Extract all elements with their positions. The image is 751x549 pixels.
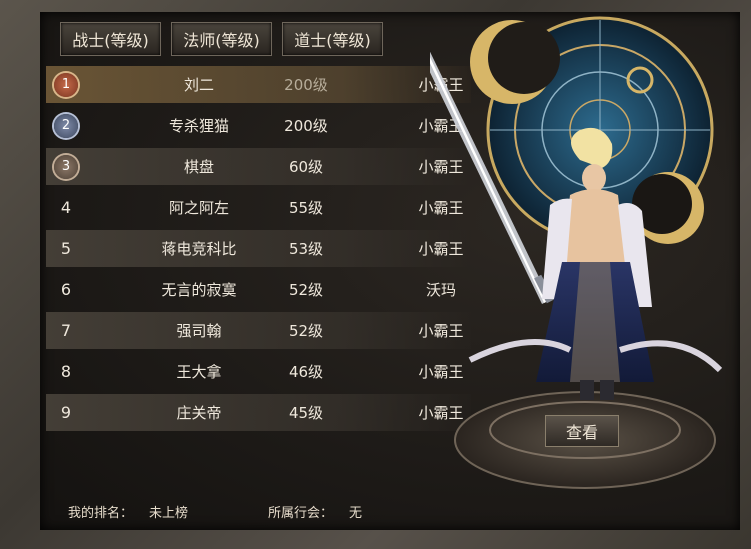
- ranking-table: 1 刘二 200级 小霸王 2 专杀狸猫 200级 小霸王 3 棋盘 60级 小…: [46, 66, 471, 435]
- tab-warrior-level[interactable]: 战士(等级): [60, 22, 161, 56]
- ranking-row-8[interactable]: 8 王大拿 46级 小霸王: [46, 353, 471, 390]
- player-name: 无言的寂寞: [161, 281, 237, 299]
- ranking-row-2[interactable]: 2 专杀狸猫 200级 小霸王: [46, 107, 471, 144]
- my-rank-value: 未上榜: [149, 506, 189, 521]
- player-guild: 小霸王: [418, 240, 464, 258]
- guild-label: 所属行会：: [268, 506, 334, 521]
- player-level: 52级: [288, 281, 324, 299]
- player-level: 52级: [288, 322, 324, 340]
- rank-number: 5: [60, 239, 72, 258]
- tab-mage-level[interactable]: 法师(等级): [171, 22, 272, 56]
- rank-number: 7: [60, 321, 72, 340]
- player-level: 60级: [288, 158, 324, 176]
- rank-number: 6: [60, 280, 72, 299]
- rank-number: 4: [60, 198, 72, 217]
- player-level: 200级: [284, 76, 328, 94]
- guild-value: 无: [349, 506, 363, 521]
- rank-2-medal-icon: 2: [54, 113, 78, 138]
- rank-1-medal-icon: 1: [54, 72, 78, 97]
- class-tabs: 战士(等级) 法师(等级) 道士(等级): [60, 22, 383, 56]
- player-guild: 小霸王: [418, 76, 464, 94]
- my-rank-label: 我的排名：: [68, 506, 134, 521]
- ranking-row-7[interactable]: 7 强司翰 52级 小霸王: [46, 312, 471, 349]
- ranking-row-1[interactable]: 1 刘二 200级 小霸王: [46, 66, 471, 103]
- ranking-row-6[interactable]: 6 无言的寂寞 52级 沃玛: [46, 271, 471, 308]
- ranking-row-9[interactable]: 9 庄关帝 45级 小霸王: [46, 394, 471, 431]
- player-level: 53级: [288, 240, 324, 258]
- tab-taoist-level[interactable]: 道士(等级): [282, 22, 383, 56]
- rank-number: 8: [60, 362, 72, 381]
- player-level: 200级: [284, 117, 328, 135]
- player-name: 专杀狸猫: [168, 117, 229, 135]
- footer-info: 我的排名： 未上榜 所属行会： 无: [68, 502, 378, 521]
- player-guild: 小霸王: [418, 199, 464, 217]
- player-guild: 小霸王: [418, 117, 464, 135]
- player-name: 阿之阿左: [168, 199, 229, 217]
- player-guild: 小霸王: [418, 322, 464, 340]
- player-guild: 小霸王: [418, 363, 464, 381]
- player-guild: 小霸王: [418, 404, 464, 422]
- player-guild: 沃玛: [425, 281, 456, 299]
- player-level: 46级: [288, 363, 324, 381]
- ranking-row-5[interactable]: 5 蒋电竞科比 53级 小霸王: [46, 230, 471, 267]
- rank-number: 9: [60, 403, 72, 422]
- player-name: 刘二: [183, 76, 214, 94]
- player-guild: 小霸王: [418, 158, 464, 176]
- player-name: 强司翰: [176, 322, 222, 340]
- player-name: 棋盘: [183, 158, 214, 176]
- player-level: 55级: [288, 199, 324, 217]
- rank-3-medal-icon: 3: [54, 154, 78, 179]
- player-level: 45级: [288, 404, 324, 422]
- ranking-row-3[interactable]: 3 棋盘 60级 小霸王: [46, 148, 471, 185]
- player-name: 庄关帝: [176, 404, 222, 422]
- player-name: 王大拿: [176, 363, 222, 381]
- view-button[interactable]: 查看: [545, 415, 619, 447]
- player-name: 蒋电竞科比: [161, 240, 237, 258]
- ranking-row-4[interactable]: 4 阿之阿左 55级 小霸王: [46, 189, 471, 226]
